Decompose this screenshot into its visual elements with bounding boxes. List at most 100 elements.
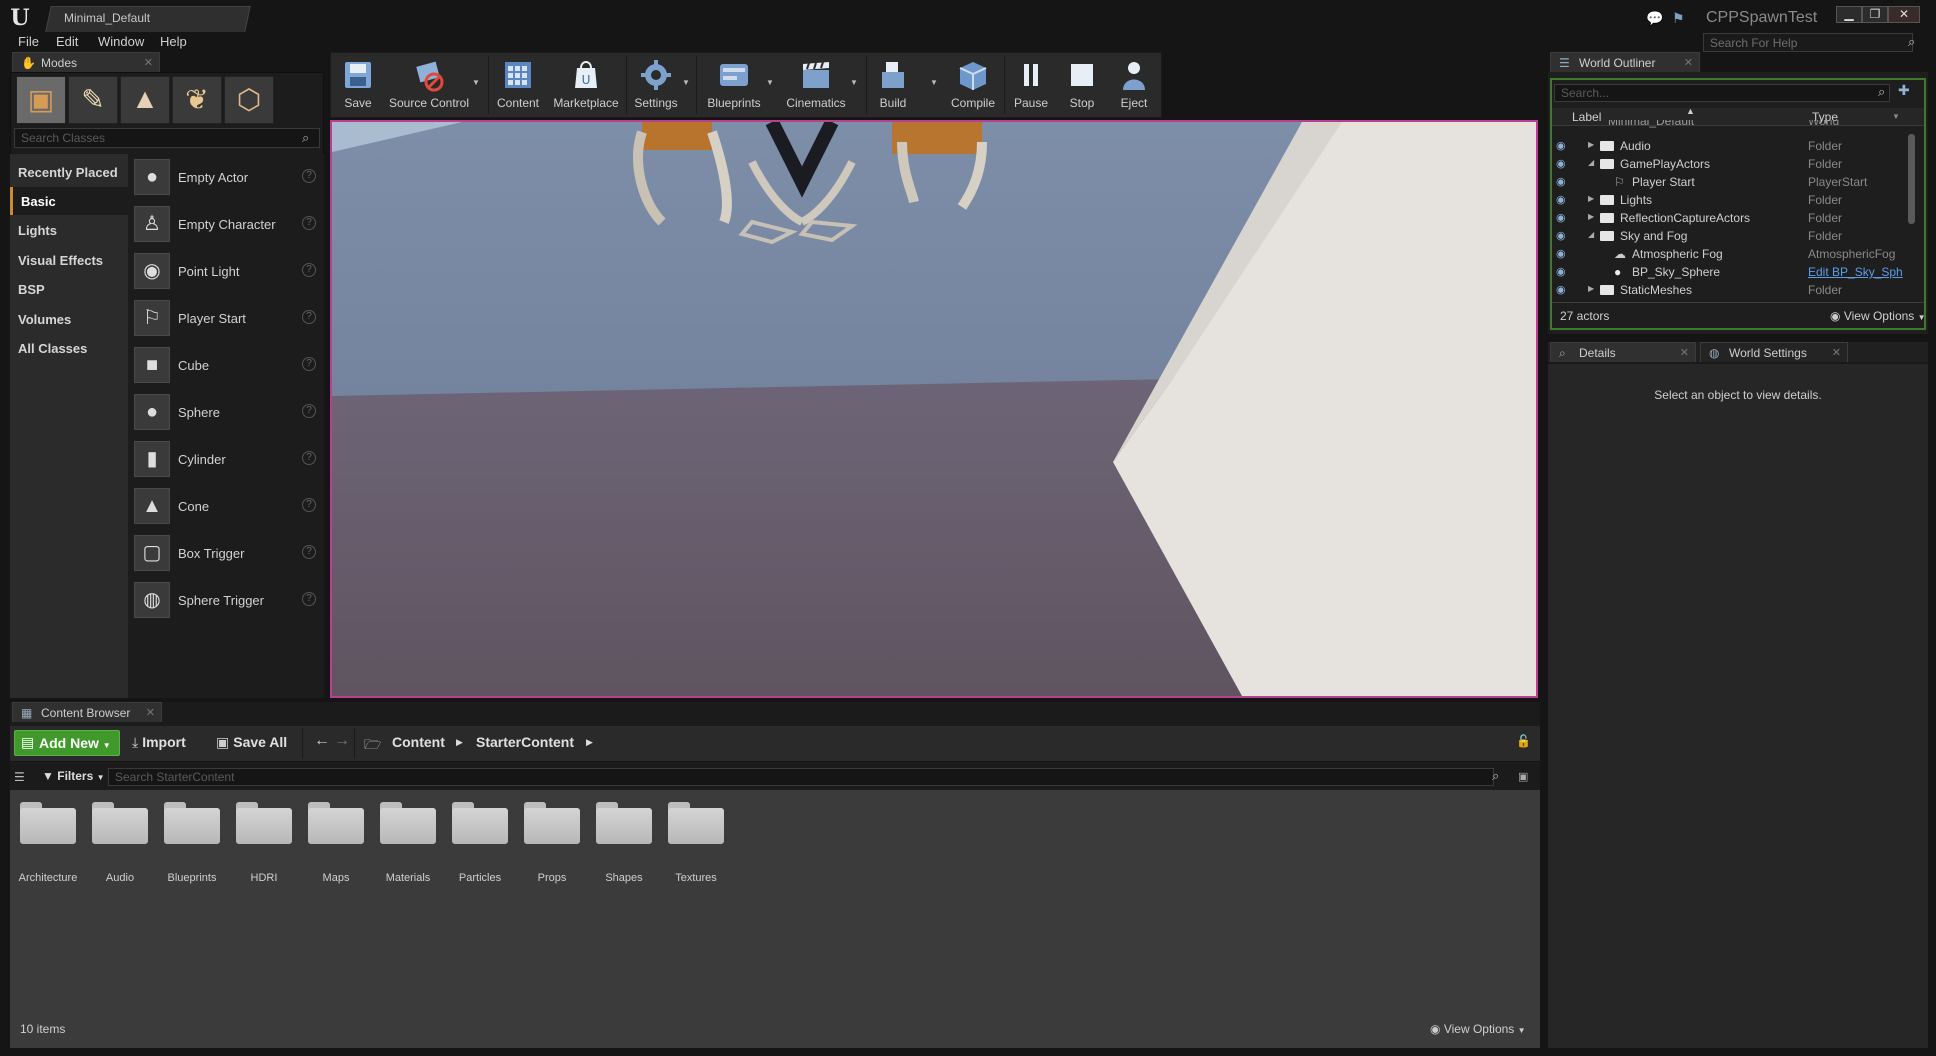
outliner-row-lights[interactable]: ◉ ▶ Lights Folder <box>1552 191 1912 209</box>
visibility-eye-icon[interactable]: ◉ <box>1556 211 1566 224</box>
menu-edit[interactable]: Edit <box>56 34 78 49</box>
category-volumes[interactable]: Volumes <box>10 305 128 333</box>
folder-tile-blueprints[interactable] <box>162 800 222 850</box>
menu-window[interactable]: Window <box>98 34 144 49</box>
sources-toggle-icon[interactable]: ☰ <box>14 770 25 784</box>
eject-button[interactable]: Eject <box>1114 56 1154 114</box>
class-item-cylinder[interactable]: ▮ Cylinder? <box>132 438 320 482</box>
close-icon[interactable]: ✕ <box>1832 346 1841 359</box>
paint-mode-button[interactable]: ✎ <box>68 76 118 124</box>
help-icon[interactable]: ? <box>302 545 316 559</box>
help-icon[interactable]: ? <box>302 498 316 512</box>
landscape-mode-button[interactable]: ▲ <box>120 76 170 124</box>
forward-arrow-icon[interactable]: → <box>334 732 350 750</box>
breadcrumb-startercontent[interactable]: StarterContent <box>476 734 574 750</box>
help-icon[interactable]: ? <box>302 404 316 418</box>
search-icon[interactable]: ⌕ <box>1492 768 1499 784</box>
category-bsp[interactable]: BSP <box>10 275 128 303</box>
geometry-mode-button[interactable]: ⬡ <box>224 76 274 124</box>
close-window-button[interactable]: ✕ <box>1888 6 1920 23</box>
folder-tile-textures[interactable] <box>666 800 726 850</box>
visibility-eye-icon[interactable]: ◉ <box>1556 175 1566 188</box>
outliner-search-input[interactable]: Search... <box>1554 84 1890 102</box>
folder-tile-maps[interactable] <box>306 800 366 850</box>
expand-arrow-icon[interactable]: ▶ <box>1588 212 1594 221</box>
class-item-cube[interactable]: ■ Cube? <box>132 344 320 388</box>
source-control-status-icon[interactable]: ⚑ <box>1672 10 1690 26</box>
tab-content-browser[interactable]: ▦ Content Browser ✕ <box>12 702 162 722</box>
class-item-cone[interactable]: ▲ Cone? <box>132 485 320 529</box>
help-search-input[interactable]: Search For Help <box>1703 33 1913 52</box>
help-icon[interactable]: ? <box>302 216 316 230</box>
search-classes-input[interactable]: Search Classes <box>14 128 320 148</box>
expand-arrow-icon[interactable]: ▶ <box>1588 140 1594 149</box>
level-viewport[interactable] <box>330 120 1538 698</box>
add-new-button[interactable]: ▤ Add New ▼ <box>14 730 120 756</box>
expand-arrow-icon[interactable]: ▶ <box>1588 284 1594 293</box>
tab-world-settings[interactable]: ◍ World Settings ✕ <box>1700 342 1848 362</box>
lock-icon[interactable]: 🔓 <box>1516 734 1531 748</box>
filters-button[interactable]: ▼ Filters ▼ <box>42 769 105 783</box>
visibility-eye-icon[interactable]: ◉ <box>1556 283 1566 296</box>
folder-tile-materials[interactable] <box>378 800 438 850</box>
class-item-empty-character[interactable]: ♙ Empty Character? <box>132 203 320 247</box>
menu-help[interactable]: Help <box>160 34 187 49</box>
visibility-eye-icon[interactable]: ◉ <box>1556 229 1566 242</box>
folder-tile-shapes[interactable] <box>594 800 654 850</box>
save-button[interactable]: Save <box>338 56 378 114</box>
help-icon[interactable]: ? <box>302 592 316 606</box>
menu-file[interactable]: File <box>18 34 39 49</box>
blueprints-dropdown-icon[interactable]: ▼ <box>766 78 774 87</box>
outliner-row-reflectioncaptureactors[interactable]: ◉ ▶ ReflectionCaptureActors Folder <box>1552 209 1912 227</box>
outliner-row-sky-and-fog[interactable]: ◉ ◢ Sky and Fog Folder <box>1552 227 1912 245</box>
build-dropdown-icon[interactable]: ▼ <box>930 78 938 87</box>
outliner-row-atmospheric-fog[interactable]: ◉ ☁ Atmospheric Fog AtmosphericFog <box>1552 245 1912 263</box>
tab-world-outliner[interactable]: ☰ World Outliner ✕ <box>1550 52 1700 72</box>
visibility-eye-icon[interactable]: ◉ <box>1556 139 1566 152</box>
breadcrumb-chevron-icon[interactable]: ▶ <box>586 737 593 748</box>
maximize-button[interactable]: ❐ <box>1862 6 1888 23</box>
category-lights[interactable]: Lights <box>10 216 128 244</box>
blueprints-button[interactable]: Blueprints <box>702 56 766 114</box>
class-item-player-start[interactable]: ⚐ Player Start? <box>132 297 320 341</box>
folder-tile-particles[interactable] <box>450 800 510 850</box>
outliner-scrollbar[interactable] <box>1908 134 1915 224</box>
add-folder-icon[interactable]: ✚ <box>1898 82 1910 99</box>
help-icon[interactable]: ? <box>302 263 316 277</box>
visibility-eye-icon[interactable]: ◉ <box>1556 247 1566 260</box>
tab-details[interactable]: ⌕ Details ✕ <box>1550 342 1696 362</box>
content-button[interactable]: Content <box>494 56 542 114</box>
compile-button[interactable]: Compile <box>948 56 998 114</box>
search-icon[interactable]: ⌕ <box>1908 34 1915 50</box>
outliner-row-player-start[interactable]: ◉ ⚐ Player Start PlayerStart <box>1552 173 1912 191</box>
folder-tile-props[interactable] <box>522 800 582 850</box>
edit-blueprint-link[interactable]: Edit BP_Sky_Sph <box>1808 265 1903 279</box>
foliage-mode-button[interactable]: ❦ <box>172 76 222 124</box>
place-mode-button[interactable]: ▣ <box>16 76 66 124</box>
class-item-sphere-trigger[interactable]: ◍ Sphere Trigger? <box>132 579 320 623</box>
feedback-icon[interactable]: 💬 <box>1646 10 1664 26</box>
category-all-classes[interactable]: All Classes <box>10 334 128 362</box>
tab-modes[interactable]: ✋ Modes ✕ <box>12 52 160 72</box>
class-item-point-light[interactable]: ◉ Point Light? <box>132 250 320 294</box>
category-recently-placed[interactable]: Recently Placed <box>10 158 128 186</box>
import-button[interactable]: ⤓ Import <box>132 734 186 751</box>
breadcrumb-content[interactable]: Content <box>392 734 445 750</box>
collapse-arrow-icon[interactable]: ◢ <box>1588 158 1594 167</box>
stop-button[interactable]: Stop <box>1062 56 1102 114</box>
settings-button[interactable]: Settings <box>630 56 682 114</box>
outliner-row-audio[interactable]: ◉ ▶ Audio Folder <box>1552 137 1912 155</box>
close-icon[interactable]: ✕ <box>1684 56 1693 69</box>
save-all-button[interactable]: ▣ Save All <box>216 734 287 751</box>
build-button[interactable]: Build <box>872 56 914 114</box>
breadcrumb-chevron-icon[interactable]: ▶ <box>456 737 463 748</box>
cinematics-button[interactable]: Cinematics <box>780 56 852 114</box>
visibility-eye-icon[interactable]: ◉ <box>1556 265 1566 278</box>
minimize-button[interactable]: ▁ <box>1836 6 1862 23</box>
help-icon[interactable]: ? <box>302 451 316 465</box>
class-item-box-trigger[interactable]: ▢ Box Trigger? <box>132 532 320 576</box>
outliner-row-bp-sky-sphere[interactable]: ◉ ● BP_Sky_Sphere Edit BP_Sky_Sph <box>1552 263 1912 281</box>
outliner-row-gameplayactors[interactable]: ◉ ◢ GamePlayActors Folder <box>1552 155 1912 173</box>
save-search-icon[interactable]: ▣ <box>1518 770 1528 783</box>
unreal-logo-icon[interactable]: U <box>8 6 32 30</box>
